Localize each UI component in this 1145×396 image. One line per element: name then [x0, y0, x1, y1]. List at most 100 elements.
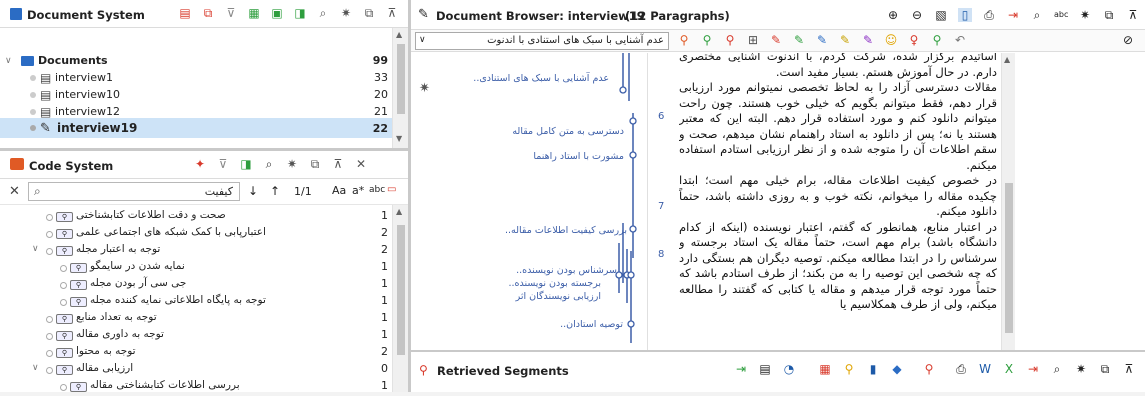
code-icon[interactable]: ⚲: [677, 33, 691, 47]
code-tree-item[interactable]: ∨ ⚲ توجه به اعتبار مجله 2: [0, 243, 392, 260]
spellcheck-icon[interactable]: abc: [1054, 8, 1068, 22]
arrow-down-icon[interactable]: ↓: [248, 184, 258, 198]
highlighter-yellow-icon[interactable]: ✎: [838, 33, 852, 47]
print-icon[interactable]: ⎙: [982, 8, 996, 22]
tree-item-document-selected[interactable]: ✎ interview19 22: [0, 118, 392, 138]
code-tree-item[interactable]: ⚲ توجه به تعداد منابع 1: [0, 311, 392, 328]
export-icon[interactable]: ⇥: [734, 362, 748, 376]
zoom-in-icon[interactable]: ⊕: [886, 8, 900, 22]
html-export-icon[interactable]: ⇥: [1026, 362, 1040, 376]
code-tree-item[interactable]: ⚲ جی سی آر بودن مجله 1: [0, 277, 392, 294]
scroll-up-icon[interactable]: ▲: [396, 30, 402, 39]
import-icon[interactable]: ⧉: [201, 6, 215, 20]
code-remove-icon[interactable]: ⚲: [723, 33, 737, 47]
analysis-icon[interactable]: ▦: [818, 362, 832, 376]
excel-export-icon[interactable]: X: [1002, 362, 1016, 376]
minimize-icon[interactable]: ⊼: [1126, 8, 1140, 22]
chevron-down-icon[interactable]: ∨: [5, 56, 12, 66]
minimize-icon[interactable]: ⊼: [385, 6, 399, 20]
in-vivo-icon[interactable]: ⊞: [746, 33, 760, 47]
gear-icon[interactable]: ✷: [1078, 8, 1092, 22]
document-text[interactable]: اساتیدم برگزار شده، شرکت کردم، با اندنوت…: [679, 53, 1001, 350]
search-input[interactable]: ⌕ کیفیت: [28, 182, 240, 201]
chart-icon[interactable]: ▮: [866, 362, 880, 376]
code-select[interactable]: ∨ عدم آشنایی با سبک های استنادی با اندنو…: [415, 32, 669, 50]
margin-code-label[interactable]: عدم آشنایی با سبک های استنادی..: [473, 73, 609, 84]
margin-code-label[interactable]: توصیه استادان..: [560, 319, 623, 330]
chevron-down-icon[interactable]: ∨: [32, 244, 39, 254]
chevron-down-icon[interactable]: ∨: [32, 363, 39, 373]
code-icon[interactable]: ⚲: [842, 362, 856, 376]
code-tree-item[interactable]: ∨ ⚲ ارزیابی مقاله 0: [0, 362, 392, 379]
code-tree-item[interactable]: ⚲ اعتبارپابی با کمک شبکه های اجتماعی علمی…: [0, 226, 392, 243]
export-icon[interactable]: ⇥: [1006, 8, 1020, 22]
code-tree-item[interactable]: ⚲ توجه به داوری مقاله 1: [0, 328, 392, 345]
new-set-icon[interactable]: ◨: [293, 6, 307, 20]
filter-icon[interactable]: ⊽: [216, 157, 230, 171]
table-icon[interactable]: ▦: [247, 6, 261, 20]
code-remove-icon[interactable]: ⚲: [922, 362, 936, 376]
zoom-out-icon[interactable]: ⊖: [910, 8, 924, 22]
document-view-icon[interactable]: ▤: [758, 362, 772, 376]
highlighter-green-icon[interactable]: ✎: [792, 33, 806, 47]
code-tree-item[interactable]: ⚲ بررسی اطلاعات کتابشناختی مقاله 1: [0, 379, 392, 396]
code-tree-item[interactable]: ⚲ توجه به پایگاه اطلاعاتی نمایه کننده مجل…: [0, 294, 392, 311]
close-icon[interactable]: ✕: [354, 157, 368, 171]
code-tree-item[interactable]: ⚲ توجه به محتوا 2: [0, 345, 392, 362]
code-scrollbar[interactable]: ▲: [392, 205, 408, 392]
search-icon[interactable]: ⌕: [316, 6, 330, 20]
emoji-icon[interactable]: ☺: [884, 33, 898, 47]
highlight-icon[interactable]: ▭: [387, 184, 396, 195]
page-layout-icon[interactable]: ▧: [934, 8, 948, 22]
scroll-up-icon[interactable]: ▲: [1004, 55, 1010, 64]
minimize-icon[interactable]: ⊼: [331, 157, 345, 171]
code-add-icon[interactable]: ⚲: [700, 33, 714, 47]
gear-icon[interactable]: ✷: [285, 157, 299, 171]
margin-code-label[interactable]: بررسی کیفیت اطلاعات مقاله..: [505, 225, 627, 236]
gear-icon[interactable]: ✷: [339, 6, 353, 20]
search-icon[interactable]: ⌕: [1030, 8, 1044, 22]
margin-code-label[interactable]: ارزیابی نویسندگان اثر: [516, 291, 601, 302]
edit-mode-icon[interactable]: ⊘: [1123, 33, 1133, 47]
code-favorite-icon[interactable]: ⚲: [930, 33, 944, 47]
highlighter-purple-icon[interactable]: ✎: [861, 33, 875, 47]
tree-item-documents[interactable]: ∨ Documents 99: [0, 52, 392, 69]
filter-icon[interactable]: ⊽: [224, 6, 238, 20]
undock-icon[interactable]: ⧉: [362, 6, 376, 20]
symbol-icon[interactable]: ♀: [907, 33, 921, 47]
tree-item-document[interactable]: ▤ interview10 20: [0, 86, 392, 103]
undock-icon[interactable]: ⧉: [1102, 8, 1116, 22]
scroll-down-icon[interactable]: ▼: [396, 134, 402, 143]
highlighter-blue-icon[interactable]: ✎: [815, 33, 829, 47]
search-icon[interactable]: ⌕: [262, 157, 276, 171]
comment-icon[interactable]: ◔: [782, 362, 796, 376]
code-tree-item[interactable]: ⚲ نمایه شدن در سایمگو 1: [0, 260, 392, 277]
margin-code-label[interactable]: مشورت با استاد راهنما: [533, 151, 624, 162]
word-export-icon[interactable]: W: [978, 362, 992, 376]
scroll-up-icon[interactable]: ▲: [396, 207, 402, 216]
new-code-icon[interactable]: ✦: [193, 157, 207, 171]
minimize-icon[interactable]: ⊼: [1122, 362, 1136, 376]
highlighter-red-icon[interactable]: ✎: [769, 33, 783, 47]
margin-code-label[interactable]: برجسته بودن نویسنده..: [508, 278, 601, 289]
arrow-up-icon[interactable]: ↑: [270, 184, 280, 198]
scroll-thumb[interactable]: [1005, 183, 1013, 333]
whole-word-toggle[interactable]: abc: [369, 185, 385, 195]
undo-icon[interactable]: ↶: [953, 33, 967, 47]
scroll-thumb[interactable]: [397, 225, 405, 355]
gear-icon[interactable]: ✷: [1074, 362, 1088, 376]
document-scrollbar[interactable]: ▲ ▼: [392, 28, 408, 148]
regex-toggle[interactable]: a*: [352, 184, 364, 197]
print-icon[interactable]: ⎙: [954, 362, 968, 376]
search-icon[interactable]: ⌕: [1050, 362, 1064, 376]
group-icon[interactable]: ◆: [890, 362, 904, 376]
new-document-icon[interactable]: ▤: [178, 6, 192, 20]
margin-code-label[interactable]: سرشناس بودن نویسنده..: [516, 265, 617, 276]
code-tree-item[interactable]: ⚲ صحت و دقت اطلاعات کتابشناختی 1: [0, 209, 392, 226]
text-scrollbar[interactable]: ▲: [1001, 53, 1015, 350]
scroll-thumb[interactable]: [397, 44, 405, 114]
tree-item-document[interactable]: ▤ interview1 33: [0, 69, 392, 86]
match-case-toggle[interactable]: Aa: [332, 184, 346, 197]
undock-icon[interactable]: ⧉: [308, 157, 322, 171]
code-stripes-icon[interactable]: ▯: [958, 8, 972, 22]
